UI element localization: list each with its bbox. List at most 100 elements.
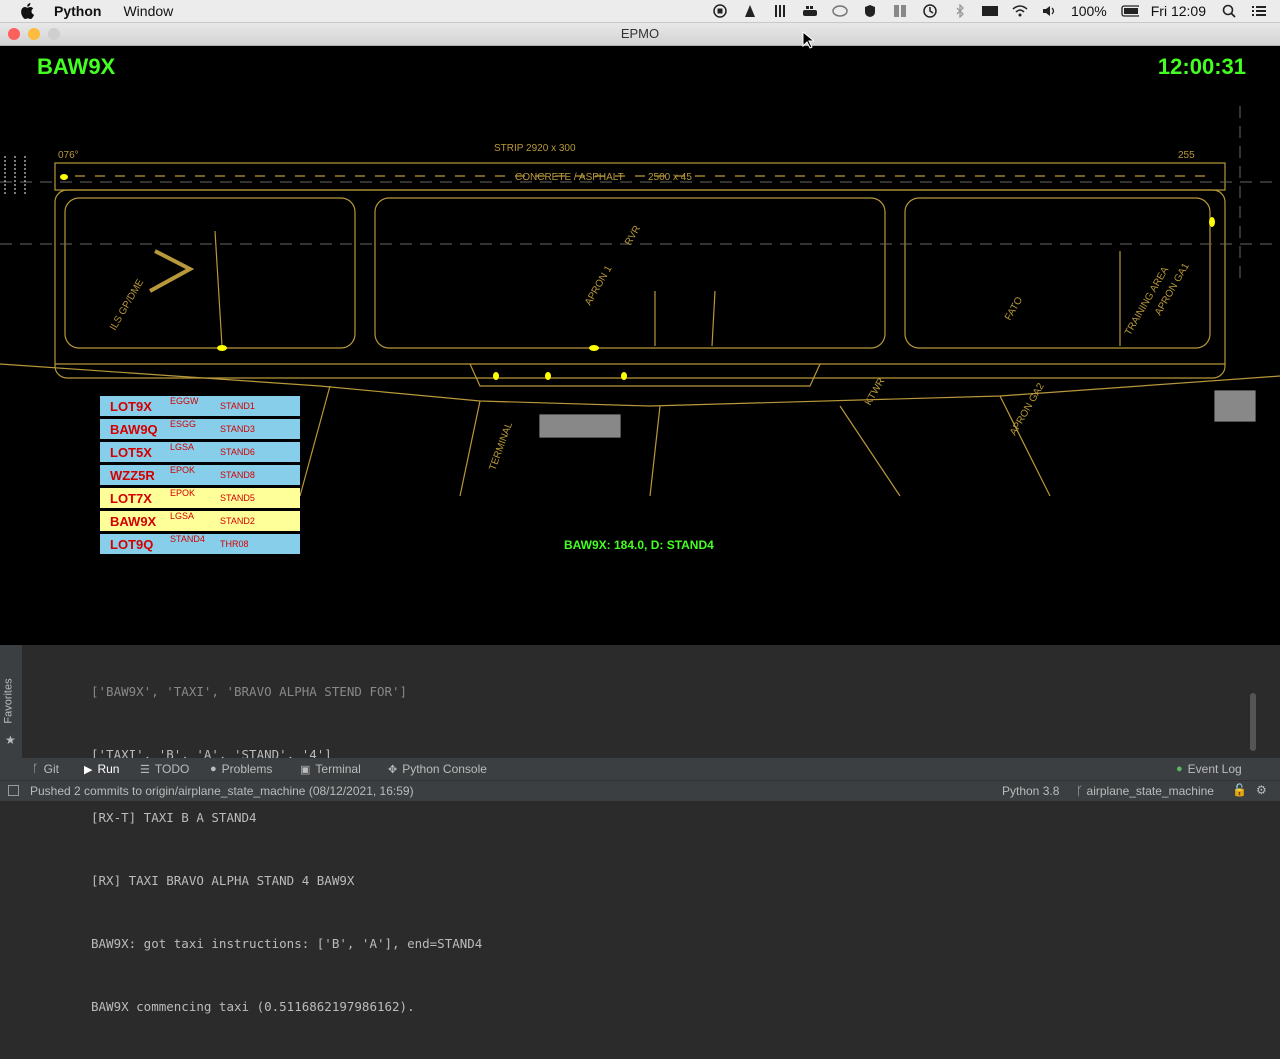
- tab-event-log[interactable]: ● Event Log: [1176, 762, 1242, 776]
- favorites-label[interactable]: Favorites: [3, 678, 15, 723]
- list-icon: ☰: [140, 763, 150, 776]
- console-scrollbar[interactable]: [1250, 693, 1256, 751]
- map-label-apron-ga2: APRON GA2: [1008, 381, 1047, 437]
- mouse-cursor-icon: [802, 31, 814, 49]
- event-log-icon: ●: [1176, 763, 1183, 775]
- git-branch[interactable]: ᚴ airplane_state_machine: [1076, 784, 1214, 798]
- flight-strip[interactable]: LOT5X LGSA STAND6: [100, 442, 300, 462]
- strip-destination: THR08: [220, 539, 249, 549]
- map-label-apron1: APRON 1: [583, 264, 615, 308]
- time-machine-icon[interactable]: [921, 4, 939, 18]
- strip-callsign: LOT9X: [110, 399, 152, 414]
- status-message[interactable]: Pushed 2 commits to origin/airplane_stat…: [30, 784, 414, 798]
- tab-todo-label: TODO: [154, 762, 190, 776]
- zoom-window-button[interactable]: [48, 28, 60, 40]
- git-branch-label: airplane_state_machine: [1086, 784, 1214, 798]
- epmo-window: EPMO STRIP 2920 x 300 CONCRETE / ASPHALT…: [0, 23, 1280, 645]
- map-label-fato: FATO: [1003, 295, 1025, 323]
- map-label-runway-dims: 2500 x 45: [648, 172, 692, 183]
- close-window-button[interactable]: [8, 28, 20, 40]
- strip-callsign: WZZ5R: [110, 468, 155, 483]
- aircraft-markers: [60, 174, 1215, 380]
- radar-canvas[interactable]: STRIP 2920 x 300 CONCRETE / ASPHALT 2500…: [0, 46, 1280, 645]
- strip-destination: STAND6: [220, 447, 255, 457]
- notification-center-icon[interactable]: [1250, 4, 1268, 18]
- flight-strip[interactable]: LOT9X EGGW STAND1: [100, 396, 300, 416]
- tab-run-label: Run: [97, 762, 120, 776]
- star-icon[interactable]: ★: [5, 733, 16, 747]
- lock-icon[interactable]: 🔓: [1232, 783, 1247, 797]
- tab-terminal[interactable]: ▣ Terminal: [300, 762, 361, 776]
- python-interpreter[interactable]: Python 3.8: [1002, 784, 1059, 798]
- shield-icon[interactable]: [861, 4, 879, 18]
- selected-callsign: BAW9X: [37, 54, 116, 79]
- strip-destination: STAND5: [220, 493, 255, 503]
- strip-destination: STAND3: [220, 424, 255, 434]
- map-label-strip: STRIP 2920 x 300: [494, 143, 576, 154]
- tool-window-bar: ᚴ Git ▶ Run ☰ TODO ● Problems ▣ Terminal ✥ Pyt…: [0, 758, 1280, 780]
- window-titlebar[interactable]: EPMO: [0, 23, 1280, 46]
- map-label-terminal: TERMINAL: [487, 420, 515, 472]
- map-label-surface: CONCRETE / ASPHALT: [515, 172, 624, 183]
- record-icon[interactable]: [711, 4, 729, 18]
- console-output[interactable]: ['BAW9X', 'TAXI', 'BRAVO ALPHA STEND FOR…: [91, 639, 482, 1059]
- flight-strip[interactable]: BAW9Q ESGG STAND3: [100, 419, 300, 439]
- battery-percent[interactable]: 100%: [1071, 3, 1107, 19]
- apple-icon[interactable]: [20, 3, 34, 19]
- flight-strip[interactable]: LOT9Q STAND4 THR08: [100, 534, 300, 554]
- volume-icon[interactable]: [1041, 4, 1059, 18]
- battery-icon[interactable]: [1121, 4, 1139, 18]
- strip-origin: EPOK: [170, 465, 196, 475]
- settings-icon[interactable]: ⚙: [1256, 783, 1267, 797]
- grid-icon[interactable]: [891, 4, 909, 18]
- strip-origin: LGSA: [170, 511, 195, 521]
- tab-problems[interactable]: ● Problems: [210, 762, 272, 776]
- flight-strip[interactable]: WZZ5R EPOK STAND8: [100, 465, 300, 485]
- tab-event-log-label: Event Log: [1187, 762, 1242, 776]
- console-line: BAW9X commencing taxi (0.511686219798616…: [91, 999, 415, 1014]
- strip-destination: STAND8: [220, 470, 255, 480]
- creative-cloud-icon[interactable]: [831, 4, 849, 18]
- tab-git[interactable]: ᚴ Git: [32, 762, 59, 776]
- branch-icon: ᚴ: [1076, 784, 1087, 798]
- console-line: BAW9X: got taxi instructions: ['B', 'A']…: [91, 936, 483, 951]
- strip-origin: STAND4: [170, 534, 205, 544]
- tools-icon[interactable]: [771, 4, 789, 18]
- menu-window[interactable]: Window: [123, 3, 173, 19]
- strip-origin: EPOK: [170, 488, 196, 498]
- ide-status-bar: Pushed 2 commits to origin/airplane_stat…: [0, 780, 1280, 801]
- docker-icon[interactable]: [801, 4, 819, 18]
- menu-bar: Python Window 100% Fri 12:09: [0, 0, 1280, 23]
- console-line: [RX] TAXI BRAVO ALPHA STAND 4 BAW9X: [91, 873, 355, 888]
- aircraft-marker: [621, 372, 627, 380]
- minimize-window-button[interactable]: [28, 28, 40, 40]
- tab-python-console[interactable]: ✥ Python Console: [388, 762, 487, 776]
- git-branch-icon: ᚴ: [32, 763, 39, 775]
- radar-clock: 12:00:31: [1157, 54, 1246, 79]
- flight-strip[interactable]: LOT7X EPOK STAND5: [100, 488, 300, 508]
- favorites-sidebar[interactable]: Favorites ★: [0, 645, 22, 758]
- info-icon: ●: [210, 763, 217, 775]
- app-menu-python[interactable]: Python: [54, 3, 101, 19]
- status-square-icon[interactable]: [8, 785, 19, 796]
- vlc-icon[interactable]: [741, 4, 759, 18]
- aircraft-marker: [60, 174, 68, 180]
- tab-terminal-label: Terminal: [315, 762, 361, 776]
- tab-run[interactable]: ▶ Run: [84, 762, 119, 776]
- wifi-icon[interactable]: [1011, 4, 1029, 18]
- tab-problems-label: Problems: [221, 762, 273, 776]
- aircraft-marker: [493, 372, 499, 380]
- flight-strip[interactable]: BAW9X LGSA STAND2: [100, 511, 300, 531]
- menubar-clock[interactable]: Fri 12:09: [1151, 3, 1206, 19]
- spotlight-search-icon[interactable]: [1220, 4, 1238, 18]
- bluetooth-icon[interactable]: [951, 4, 969, 18]
- strip-destination: STAND1: [220, 401, 255, 411]
- run-console[interactable]: Favorites ★ ['BAW9X', 'TAXI', 'BRAVO ALP…: [0, 645, 1280, 1014]
- aircraft-marker: [589, 345, 599, 351]
- aircraft-marker: [1209, 217, 1215, 227]
- memory-icon[interactable]: [981, 4, 999, 18]
- python-icon: ✥: [388, 763, 398, 776]
- map-label-ils: ILS GP/DME: [108, 277, 146, 332]
- run-icon: ▶: [84, 763, 93, 776]
- tab-todo[interactable]: ☰ TODO: [140, 762, 189, 776]
